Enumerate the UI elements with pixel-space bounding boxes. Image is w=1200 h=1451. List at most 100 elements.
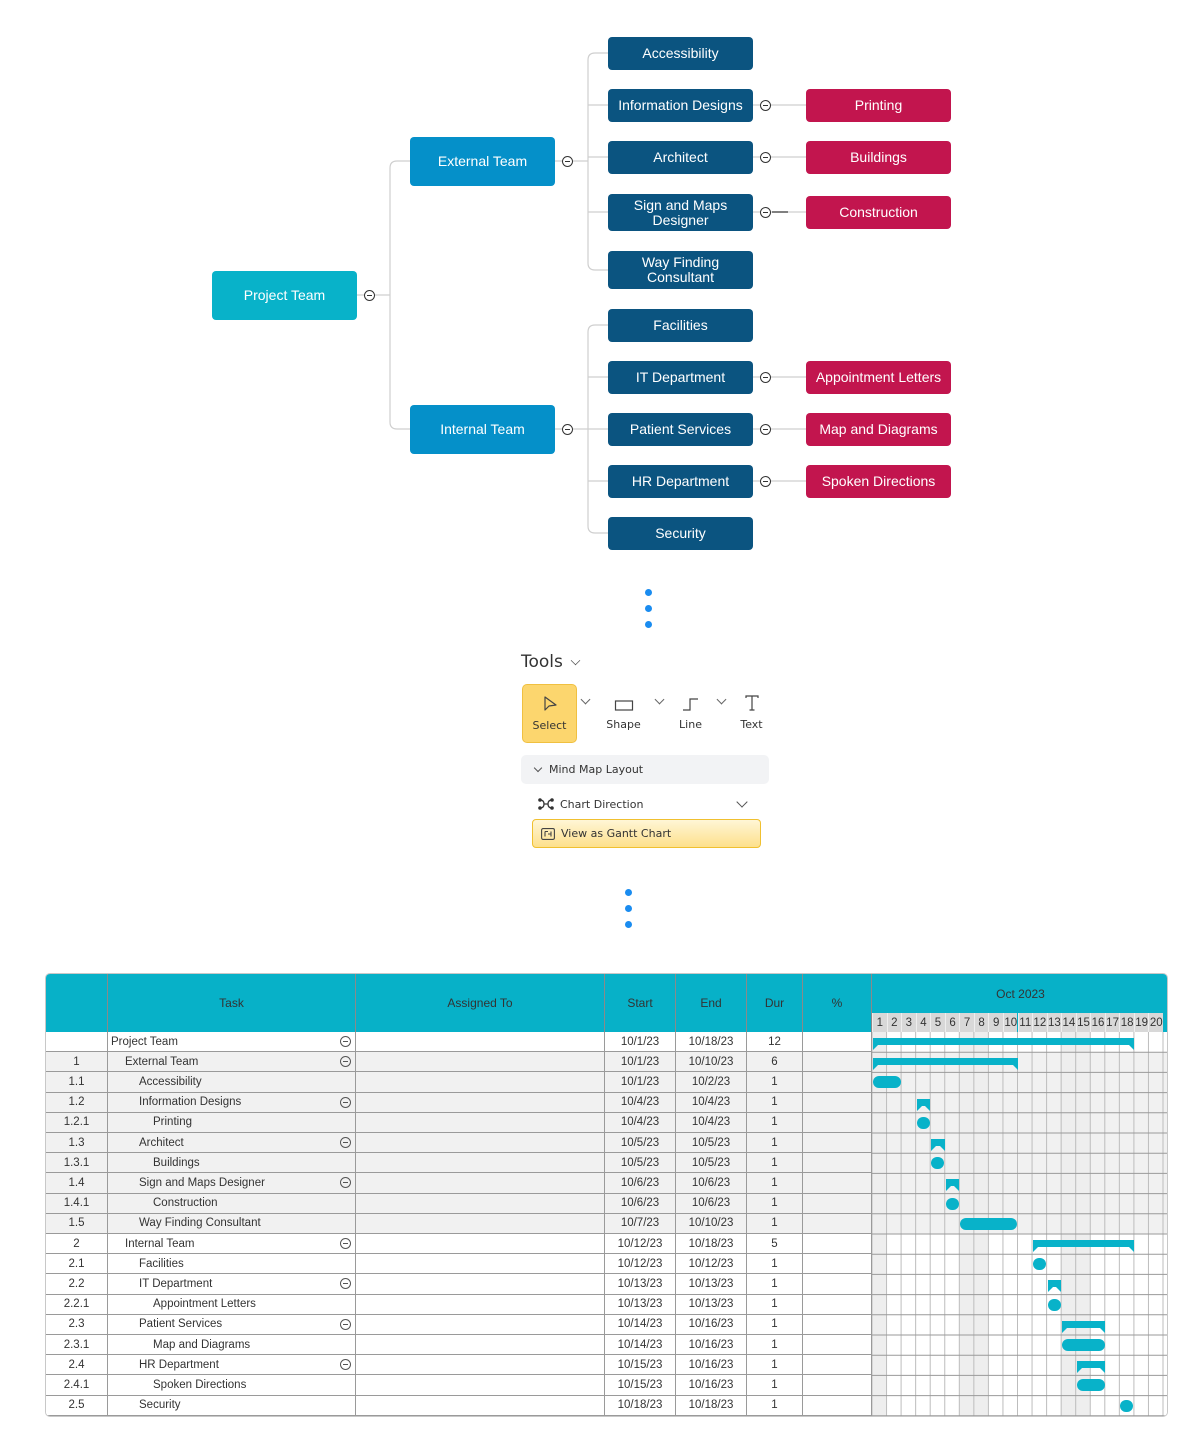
cell-assigned-to[interactable] (356, 1254, 605, 1274)
row-collapse-toggle[interactable] (340, 1278, 351, 1290)
task-bar[interactable] (1120, 1399, 1134, 1412)
node-printing[interactable]: Printing (806, 89, 951, 122)
task-bar[interactable] (960, 1217, 1018, 1230)
cell-start[interactable]: 10/5/23 (605, 1153, 676, 1173)
cell-assigned-to[interactable] (356, 1355, 605, 1375)
cell-percent[interactable] (803, 1395, 872, 1415)
cell-task[interactable]: Internal Team (108, 1234, 356, 1254)
collapse-toggle-it-department[interactable] (760, 372, 771, 383)
row-collapse-toggle[interactable] (340, 1318, 351, 1330)
collapse-toggle-hr-department[interactable] (760, 476, 771, 487)
cell-task[interactable]: Way Finding Consultant (108, 1213, 356, 1233)
node-information-designs[interactable]: Information Designs (608, 89, 753, 122)
row-collapse-toggle[interactable] (340, 1359, 351, 1371)
tool-shape-button[interactable]: Shape (596, 684, 651, 743)
table-row[interactable]: 1.3 Architect 10/5/23 10/5/23 1 (46, 1133, 872, 1154)
cell-assigned-to[interactable] (356, 1213, 605, 1233)
row-collapse-toggle[interactable] (340, 1238, 351, 1249)
table-row[interactable]: 2.3.1 Map and Diagrams 10/14/23 10/16/23 1 (46, 1335, 872, 1356)
task-bar[interactable] (1047, 1298, 1061, 1311)
cell-end[interactable]: 10/10/23 (676, 1213, 747, 1233)
table-row[interactable]: 1.2.1 Printing 10/4/23 10/4/23 1 (46, 1112, 872, 1133)
cell-percent[interactable] (803, 1153, 872, 1173)
cell-assigned-to[interactable] (356, 1395, 605, 1415)
cell-duration[interactable]: 1 (747, 1335, 803, 1355)
table-row[interactable]: 1.2 Information Designs 10/4/23 10/4/23 1 (46, 1092, 872, 1113)
table-row[interactable]: 1.3.1 Buildings 10/5/23 10/5/23 1 (46, 1153, 872, 1174)
node-appointment-letters[interactable]: Appointment Letters (806, 361, 951, 394)
cell-start[interactable]: 10/5/23 (605, 1133, 676, 1153)
cell-start[interactable]: 10/6/23 (605, 1193, 676, 1213)
cell-end[interactable]: 10/6/23 (676, 1193, 747, 1213)
summary-bar[interactable] (916, 1098, 931, 1111)
collapse-toggle-architect[interactable] (760, 152, 771, 163)
cell-percent[interactable] (803, 1335, 872, 1355)
summary-bar[interactable] (1062, 1320, 1105, 1333)
table-row[interactable]: 2.3 Patient Services 10/14/23 10/16/23 1 (46, 1314, 872, 1335)
node-way-finding-consultant[interactable]: Way Finding Consultant (608, 251, 753, 289)
cell-start[interactable]: 10/1/23 (605, 1052, 676, 1072)
cell-end[interactable]: 10/2/23 (676, 1072, 747, 1092)
cell-assigned-to[interactable] (356, 1375, 605, 1395)
cell-task[interactable]: Spoken Directions (108, 1375, 356, 1395)
node-buildings[interactable]: Buildings (806, 141, 951, 174)
task-bar[interactable] (916, 1116, 930, 1129)
summary-bar[interactable] (1076, 1361, 1105, 1374)
cell-assigned-to[interactable] (356, 1032, 605, 1052)
cell-start[interactable]: 10/14/23 (605, 1335, 676, 1355)
table-row[interactable]: 2 Internal Team 10/12/23 10/18/23 5 (46, 1234, 872, 1255)
cell-duration[interactable]: 1 (747, 1133, 803, 1153)
cell-task[interactable]: HR Department (108, 1355, 356, 1375)
node-sign-and-maps-designer[interactable]: Sign and Maps Designer (608, 194, 753, 231)
mind-map-layout-section[interactable]: Mind Map Layout (521, 755, 769, 784)
cell-task[interactable]: Construction (108, 1193, 356, 1213)
cell-percent[interactable] (803, 1213, 872, 1233)
collapse-toggle-patient-services[interactable] (760, 424, 771, 435)
column-header-task[interactable]: Task (108, 974, 356, 1032)
cell-percent[interactable] (803, 1314, 872, 1334)
cell-start[interactable]: 10/13/23 (605, 1274, 676, 1294)
cell-end[interactable]: 10/12/23 (676, 1254, 747, 1274)
cell-duration[interactable]: 1 (747, 1173, 803, 1193)
cell-task[interactable]: Architect (108, 1133, 356, 1153)
cell-end[interactable]: 10/4/23 (676, 1112, 747, 1132)
row-collapse-toggle[interactable] (340, 1177, 351, 1189)
collapse-toggle-information-designs[interactable] (760, 100, 771, 111)
cell-duration[interactable]: 1 (747, 1112, 803, 1132)
cell-duration[interactable]: 1 (747, 1274, 803, 1294)
cell-end[interactable]: 10/5/23 (676, 1133, 747, 1153)
cell-duration[interactable]: 1 (747, 1213, 803, 1233)
node-it-department[interactable]: IT Department (608, 361, 753, 394)
cell-assigned-to[interactable] (356, 1133, 605, 1153)
cell-percent[interactable] (803, 1274, 872, 1294)
cell-percent[interactable] (803, 1355, 872, 1375)
cell-assigned-to[interactable] (356, 1294, 605, 1314)
cell-start[interactable]: 10/14/23 (605, 1314, 676, 1334)
summary-bar[interactable] (1033, 1240, 1134, 1252)
cell-task[interactable]: Patient Services (108, 1314, 356, 1334)
collapse-toggle-project-team[interactable] (364, 290, 375, 301)
table-row[interactable]: Project Team 10/1/23 10/18/23 12 (46, 1032, 872, 1053)
tools-header[interactable]: Tools (521, 652, 581, 672)
collapse-toggle-external-team[interactable] (562, 156, 573, 167)
cell-end[interactable]: 10/10/23 (676, 1052, 747, 1072)
cell-end[interactable]: 10/16/23 (676, 1375, 747, 1395)
cell-duration[interactable]: 12 (747, 1032, 803, 1052)
cell-percent[interactable] (803, 1294, 872, 1314)
cell-task[interactable]: Sign and Maps Designer (108, 1173, 356, 1193)
node-internal-team[interactable]: Internal Team (410, 405, 555, 454)
column-header-end[interactable]: End (676, 974, 747, 1032)
column-header-percent[interactable]: % (803, 974, 872, 1032)
cell-task[interactable]: Map and Diagrams (108, 1335, 356, 1355)
table-row[interactable]: 1.4.1 Construction 10/6/23 10/6/23 1 (46, 1193, 872, 1214)
cell-task[interactable]: Information Designs (108, 1092, 356, 1112)
cell-duration[interactable]: 6 (747, 1052, 803, 1072)
cell-end[interactable]: 10/18/23 (676, 1234, 747, 1254)
collapse-toggle-sign-and-maps-designer[interactable] (760, 207, 771, 218)
tool-text-button[interactable]: Text (724, 684, 779, 743)
cell-percent[interactable] (803, 1112, 872, 1132)
cell-assigned-to[interactable] (356, 1092, 605, 1112)
task-bar[interactable] (1033, 1258, 1047, 1271)
cell-assigned-to[interactable] (356, 1274, 605, 1294)
view-as-gantt-chart-button[interactable]: View as Gantt Chart (532, 819, 761, 848)
